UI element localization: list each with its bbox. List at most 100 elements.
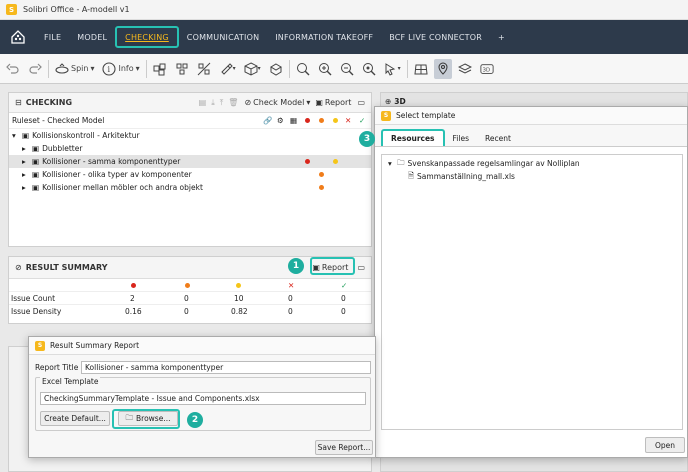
open-button[interactable]: Open — [645, 437, 685, 453]
components-icon[interactable] — [151, 59, 169, 79]
tree-item-label: Kollisionskontroll - Arkitektur — [32, 131, 140, 140]
delete-icon[interactable]: 🗑 — [228, 98, 238, 107]
menu-add-tab[interactable]: + — [490, 26, 513, 48]
expand-icon[interactable]: ▸ — [22, 170, 32, 179]
tree-row-selected[interactable]: ▸ ▣ Kollisioner - samma komponenttyper — [9, 155, 371, 168]
checking-report-button[interactable]: Report — [325, 98, 352, 107]
menu-model[interactable]: MODEL — [69, 26, 115, 48]
summary-cell: 0 — [288, 293, 293, 303]
title-bar: S Solibri Office - A-modell v1 — [0, 0, 688, 20]
tree-row[interactable]: ▸ ▣ Kollisioner mellan möbler och andra … — [9, 181, 371, 194]
tree-row[interactable]: ▸ ▣ Kollisioner - olika typer av kompone… — [9, 168, 371, 181]
rejected-icon: ✕ — [345, 116, 352, 125]
summary-cell: 0 — [341, 293, 346, 303]
low-severity-icon — [236, 282, 241, 288]
box-icon[interactable] — [267, 59, 285, 79]
svg-text:3D: 3D — [482, 67, 489, 73]
select-template-title: Select template — [396, 111, 456, 120]
result-summary-icon: ⊘ — [15, 263, 22, 272]
critical-severity-icon — [305, 118, 310, 123]
select-arrow-icon[interactable]: ▾ — [382, 59, 403, 79]
expand-icon[interactable]: ▸ — [22, 157, 32, 166]
spin-button[interactable]: Spin ▾ — [53, 59, 96, 79]
tab-recent[interactable]: Recent — [477, 131, 519, 146]
ruleset-header-row: Ruleset - Checked Model 🔗 ⚙ ▦ ✕ ✓ — [9, 113, 371, 129]
tree-folder-row[interactable]: ▾ 🗀 Svenskanpassade regelsamlingar av No… — [382, 157, 682, 170]
check-model-dropdown-icon[interactable]: ▾ — [306, 98, 310, 107]
info-button[interactable]: i Info ▾ — [100, 59, 141, 79]
info-dropdown-icon[interactable]: ▾ — [136, 64, 140, 73]
report-title-label: Report Title — [35, 363, 79, 372]
layers-icon[interactable] — [456, 59, 474, 79]
summary-row-label: Issue Density — [11, 306, 62, 316]
file-icon: 🗎 — [408, 171, 415, 180]
check-model-button[interactable]: Check Model — [253, 98, 304, 107]
link-icon[interactable]: 🔗 — [263, 116, 272, 125]
summary-cell: 2 — [130, 293, 135, 303]
collapse-icon[interactable]: ⊟ — [15, 98, 22, 107]
callout-2: 2 — [187, 412, 203, 428]
summary-cell: 0 — [184, 293, 189, 303]
floor-plan-icon[interactable] — [412, 59, 430, 79]
hide-components-icon[interactable] — [195, 59, 213, 79]
summary-row: Issue Density 0.16 0 0.82 0 0 — [9, 304, 371, 317]
tree-row[interactable]: ▸ ▣ Dubbletter — [9, 142, 371, 155]
callout-1: 1 — [288, 258, 304, 274]
table-icon[interactable]: ▦ — [290, 116, 297, 125]
expand-icon[interactable]: ▸ — [22, 144, 32, 153]
moderate-severity-icon — [185, 282, 190, 288]
info-icon: i — [102, 61, 117, 76]
save-icon[interactable]: ⤓ — [211, 98, 215, 108]
rejected-icon: ✕ — [288, 280, 295, 290]
cube-icon[interactable]: ▾ — [242, 59, 263, 79]
menu-communication[interactable]: COMMUNICATION — [179, 26, 267, 48]
spin-icon — [55, 62, 69, 74]
open-ruleset-icon[interactable]: ▤ — [199, 98, 207, 107]
report-title-input[interactable]: Kollisioner - samma komponenttyper — [81, 361, 371, 374]
ruleset-icon: ▣ — [22, 131, 30, 140]
menu-information-takeoff[interactable]: INFORMATION TAKEOFF — [267, 26, 381, 48]
spin-dropdown-icon[interactable]: ▾ — [90, 64, 94, 73]
undo-icon[interactable] — [4, 59, 22, 79]
resources-tree: ▾ 🗀 Svenskanpassade regelsamlingar av No… — [381, 154, 683, 430]
paint-icon[interactable]: ▾ — [217, 59, 238, 79]
wrench-icon[interactable]: ⚙ — [277, 116, 284, 125]
accepted-check-icon: ✓ — [359, 116, 366, 125]
zoom-out-icon[interactable] — [338, 59, 356, 79]
menu-file[interactable]: FILE — [36, 26, 69, 48]
location-icon[interactable] — [433, 58, 452, 79]
show-components-icon[interactable] — [173, 59, 191, 79]
redo-icon[interactable] — [26, 59, 44, 79]
zoom-in-icon[interactable] — [316, 59, 334, 79]
home-icon[interactable] — [0, 20, 36, 54]
save-report-button[interactable]: Save Report... — [315, 440, 373, 455]
rule-icon: ▣ — [32, 183, 40, 192]
menu-bcf-live-connector[interactable]: BCF LIVE CONNECTOR — [381, 26, 490, 48]
expand-icon[interactable]: ▾ — [388, 159, 397, 168]
export-icon[interactable]: ⤒ — [220, 98, 224, 108]
tab-resources[interactable]: Resources — [381, 129, 445, 146]
solibri-logo-icon: S — [35, 340, 45, 351]
expand-icon[interactable]: ▾ — [12, 131, 22, 140]
summary-cell: 0 — [341, 306, 346, 316]
moderate-severity-icon — [319, 118, 324, 123]
zoom-selected-icon[interactable] — [360, 59, 378, 79]
menu-bar: FILE MODEL CHECKING COMMUNICATION INFORM… — [0, 20, 688, 54]
tree-item-label: Dubbletter — [42, 144, 83, 153]
panel-menu-icon[interactable]: ▭ — [357, 98, 365, 107]
panel-menu-icon[interactable]: ▭ — [357, 263, 365, 272]
moderate-issue-icon — [319, 172, 324, 177]
view-3d-icon[interactable]: 3D — [478, 59, 496, 79]
tree-item-label: Kollisioner - samma komponenttyper — [42, 157, 181, 166]
expand-icon[interactable]: ▸ — [22, 183, 32, 192]
create-default-button[interactable]: Create Default... — [40, 411, 110, 426]
zoom-fit-icon[interactable] — [294, 59, 312, 79]
tab-files[interactable]: Files — [445, 131, 477, 146]
menu-checking[interactable]: CHECKING — [115, 26, 179, 48]
window-title: Solibri Office - A-modell v1 — [23, 5, 130, 14]
file-label: Sammanställning_mall.xls — [417, 172, 515, 181]
toolbar: Spin ▾ i Info ▾ ▾ ▾ ▾ 3D — [0, 54, 688, 84]
tree-row[interactable]: ▾ ▣ Kollisionskontroll - Arkitektur — [9, 129, 371, 142]
excel-template-input[interactable]: CheckingSummaryTemplate - Issue and Comp… — [40, 392, 366, 405]
tree-file-row[interactable]: 🗎 Sammanställning_mall.xls — [382, 170, 682, 183]
